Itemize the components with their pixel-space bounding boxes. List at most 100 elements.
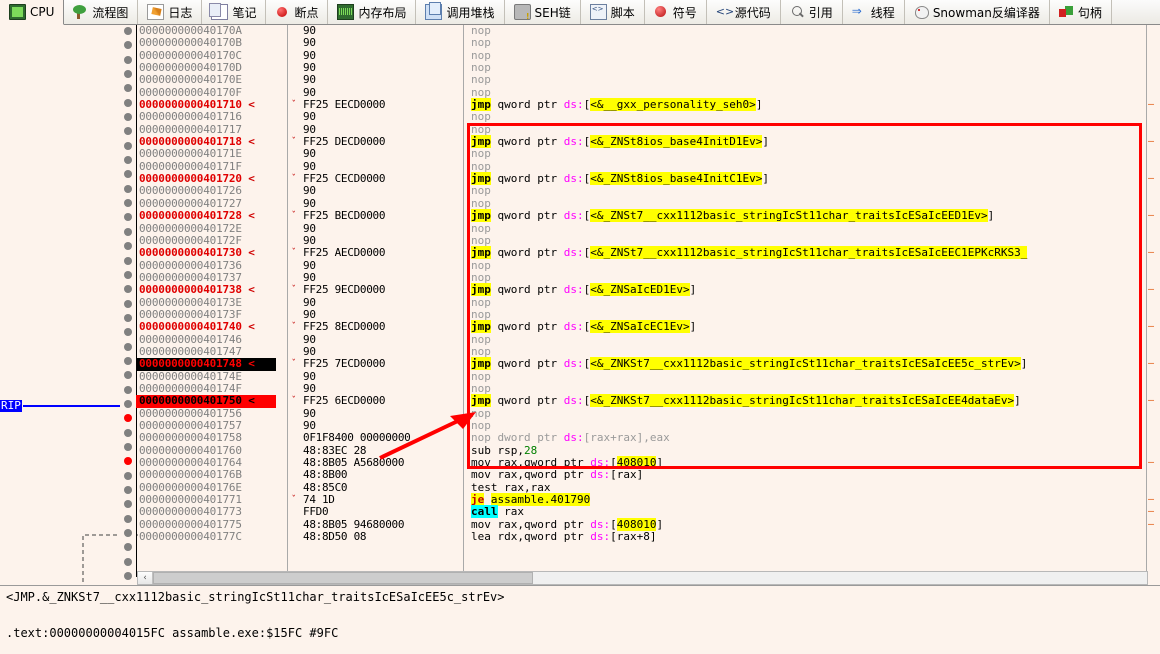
hex-bytes-cell[interactable]: 90 [289,222,459,235]
breakpoint-inactive-icon[interactable] [124,399,132,408]
breakpoint-inactive-icon[interactable] [124,428,132,437]
comment-cell[interactable] [1148,37,1160,49]
comment-cell[interactable] [1148,161,1160,173]
breakpoint-inactive-icon[interactable] [124,543,132,552]
breakpoint-active-icon[interactable] [124,414,132,423]
tab-线程[interactable]: ⇒ 线程 [842,0,905,24]
breakpoint-inactive-icon[interactable] [124,486,132,494]
breakpoint-toggle[interactable] [120,471,136,484]
instruction-cell[interactable]: nop dword ptr ds:[rax+rax],eax [465,432,1145,444]
instruction-cell[interactable]: call rax [465,505,1145,519]
comment-cell[interactable] [1148,148,1160,160]
instruction-cell[interactable]: nop [465,25,1145,37]
comment-cell[interactable] [1148,297,1160,309]
disassembly-view[interactable]: RIP 000000000040170A 000000000040170B 0000… [0,25,1160,585]
breakpoint-toggle[interactable] [120,55,136,68]
address-cell[interactable]: 0000000000401730 < [136,246,276,259]
comment-cell[interactable] [1148,309,1160,321]
address-cell[interactable]: 000000000040172E [136,222,276,235]
breakpoint-toggle[interactable] [120,184,136,197]
instruction-cell[interactable]: nop [465,148,1145,160]
instruction-cell[interactable]: nop [465,74,1145,86]
breakpoint-toggle[interactable] [120,342,136,355]
comment-cell[interactable] [1148,383,1160,395]
address-cell[interactable]: 000000000040176B [136,469,276,482]
breakpoint-toggle[interactable] [120,127,136,139]
instruction-cell[interactable]: jmp qword ptr ds:[<&_ZNKSt7__cxx1112basi… [465,357,1145,371]
comment-cell[interactable] [1148,74,1160,86]
comment-cell[interactable]: – [1148,247,1160,259]
instruction-cell[interactable]: jmp qword ptr ds:[<&__gxx_personality_se… [465,98,1145,112]
breakpoint-inactive-icon[interactable] [124,27,132,35]
comment-cell[interactable] [1148,260,1160,272]
comment-cell[interactable] [1148,111,1160,123]
instruction-column[interactable]: nop nop nop nop nop nop jmp qword ptr ds:[<&__… [465,25,1145,585]
breakpoint-toggle[interactable] [120,170,136,182]
address-cell[interactable]: 0000000000401750 < [136,394,276,408]
breakpoint-toggle[interactable] [120,572,136,584]
address-cell[interactable]: 000000000040177C [136,530,276,543]
breakpoint-inactive-icon[interactable] [124,55,132,64]
tab-源代码[interactable]: <> 源代码 [706,0,781,24]
breakpoint-inactive-icon[interactable] [124,127,132,136]
instruction-cell[interactable]: nop [465,185,1145,197]
breakpoint-inactive-icon[interactable] [124,299,132,308]
comment-cell[interactable] [1148,469,1160,481]
comment-cell[interactable]: – [1148,99,1160,111]
breakpoint-inactive-icon[interactable] [124,371,132,380]
hex-bytes-cell[interactable]: ˇ FF25 9ECD0000 [289,283,459,296]
comment-cell[interactable]: – [1148,210,1160,222]
address-cell[interactable]: 0000000000401726 [136,185,276,198]
tab-调用堆栈[interactable]: 调用堆栈 [416,0,505,24]
address-cell[interactable]: 0000000000401716 [136,111,276,124]
breakpoint-toggle[interactable] [120,514,136,527]
breakpoint-inactive-icon[interactable] [124,557,132,566]
comment-cell[interactable] [1148,531,1160,543]
hex-bytes-cell[interactable]: ˇ FF25 7ECD0000 [289,357,459,370]
tab-日志[interactable]: 日志 [138,0,203,24]
breakpoint-toggle[interactable] [120,199,136,211]
address-cell[interactable]: 0000000000401740 < [136,320,276,333]
comment-cell[interactable] [1148,408,1160,420]
breakpoint-inactive-icon[interactable] [124,442,132,451]
comment-cell[interactable]: – [1148,506,1160,518]
instruction-cell[interactable]: je assamble.401790 [465,493,1145,507]
breakpoint-gutter[interactable] [120,25,136,585]
comment-cell[interactable]: – [1148,519,1160,531]
breakpoint-inactive-icon[interactable] [124,285,132,294]
comment-cell[interactable] [1148,334,1160,346]
breakpoint-active-icon[interactable] [124,457,132,466]
comment-cell[interactable] [1148,420,1160,432]
instruction-cell[interactable]: jmp qword ptr ds:[<&_ZNSaIcED1Ev>] [465,283,1145,297]
hex-bytes-cell[interactable]: 90 [289,111,459,124]
breakpoint-inactive-icon[interactable] [124,41,132,50]
breakpoint-inactive-icon[interactable] [124,471,132,480]
breakpoint-toggle[interactable] [120,328,136,340]
breakpoint-toggle[interactable] [120,529,136,541]
breakpoint-toggle[interactable] [120,414,136,426]
comment-cell[interactable]: – [1148,321,1160,333]
breakpoint-toggle[interactable] [120,227,136,240]
breakpoint-inactive-icon[interactable] [124,256,132,265]
hex-bytes-cell[interactable]: 90 [289,36,459,49]
address-cell[interactable]: 0000000000401773 [136,506,276,519]
breakpoint-toggle[interactable] [120,141,136,154]
breakpoint-inactive-icon[interactable] [124,227,132,236]
breakpoint-toggle[interactable] [120,442,136,455]
breakpoint-inactive-icon[interactable] [124,572,132,581]
address-column[interactable]: 000000000040170A 000000000040170B 00000000… [136,25,276,585]
comment-cell[interactable]: – [1148,284,1160,296]
scrollbar-thumb[interactable] [153,572,533,584]
instruction-cell[interactable]: lea rdx,qword ptr ds:[rax+8] [465,530,1145,543]
instruction-cell[interactable]: nop [465,61,1145,74]
instruction-cell[interactable]: jmp qword ptr ds:[<&_ZNSaIcEC1Ev>] [465,320,1145,334]
comment-cell[interactable] [1148,223,1160,235]
address-cell[interactable]: 0000000000401738 < [136,283,276,296]
comment-cell[interactable]: – [1148,494,1160,506]
comment-cell[interactable]: – [1148,457,1160,469]
instruction-cell[interactable]: nop [465,222,1145,235]
address-cell[interactable]: 0000000000401728 < [136,209,276,222]
tab-符号[interactable]: 符号 [644,0,707,24]
hex-bytes-cell[interactable]: 90 [289,74,459,87]
instruction-cell[interactable]: nop [465,407,1145,420]
